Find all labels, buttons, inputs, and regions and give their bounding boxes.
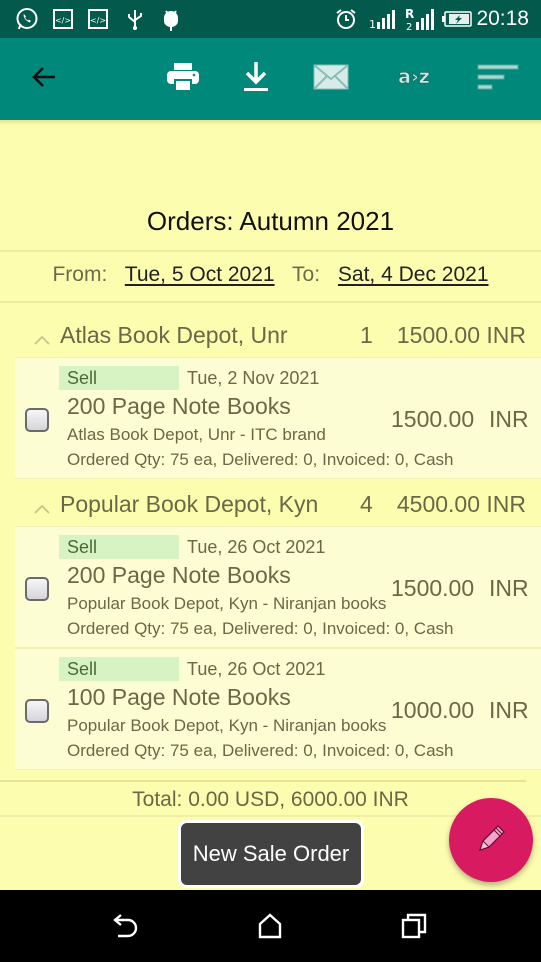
svg-text:</>: </> (90, 16, 106, 25)
sort-button[interactable] (476, 59, 520, 99)
battery-charging-icon (442, 7, 472, 31)
sort-lines-icon (477, 63, 519, 96)
nav-home-button[interactable] (254, 912, 286, 944)
code-icon: </> (52, 7, 74, 31)
code-icon: </> (87, 7, 109, 31)
sort-az-icon: a›z (394, 65, 434, 94)
divider (0, 250, 541, 252)
nav-back-button[interactable] (110, 912, 142, 944)
svg-text:R: R (405, 7, 414, 21)
home-icon (258, 912, 282, 944)
app-bar: a›z (0, 38, 541, 120)
customer-name: Popular Book Depot, Kyn - Niranjan books (67, 716, 387, 735)
chevron-up-icon (34, 324, 50, 345)
order-currency: INR (489, 406, 529, 432)
date-range: From: Tue, 5 Oct 2021 To: Sat, 4 Dec 202… (0, 263, 541, 287)
usb-icon (125, 7, 145, 31)
mail-icon (313, 63, 349, 95)
customer-name: Atlas Book Depot, Unr - ITC brand (67, 425, 326, 444)
order-details: Ordered Qty: 75 ea, Delivered: 0, Invoic… (67, 619, 454, 638)
status-bar: </> </> 1 R2 20:18 (0, 0, 541, 38)
back-arrow-icon (31, 66, 57, 93)
to-date-link[interactable]: Sat, 4 Dec 2021 (338, 263, 489, 286)
order-item[interactable]: Sell Tue, 26 Oct 2021 200 Page Note Book… (15, 526, 541, 648)
svg-text:2: 2 (406, 22, 412, 31)
order-date: Tue, 26 Oct 2021 (187, 537, 326, 557)
divider (0, 780, 526, 782)
grand-total: Total: 0.00 USD, 6000.00 INR (132, 788, 409, 811)
order-type-badge: Sell (59, 657, 179, 681)
group-count: 4 (360, 491, 373, 517)
page-title: Orders: Autumn 2021 (146, 206, 395, 236)
order-amount: 1500.00 (391, 575, 475, 601)
print-button[interactable] (163, 59, 203, 99)
divider (0, 301, 541, 303)
email-button[interactable] (310, 59, 352, 99)
group-name: Popular Book Depot, Kyn (60, 491, 319, 517)
order-details: Ordered Qty: 75 ea, Delivered: 0, Invoic… (67, 450, 454, 469)
pencil-icon (474, 821, 508, 860)
alarm-icon (334, 7, 358, 31)
customer-name: Popular Book Depot, Kyn - Niranjan books (67, 594, 387, 613)
group-count: 1 (360, 322, 373, 348)
order-currency: INR (489, 697, 529, 723)
order-amount: 1000.00 (391, 697, 475, 723)
order-item[interactable]: Sell Tue, 2 Nov 2021 200 Page Note Books… (15, 357, 541, 479)
sort-alpha-button[interactable]: a›z (392, 59, 436, 99)
order-amount: 1500.00 (391, 406, 475, 432)
svg-text:a›z: a›z (398, 66, 430, 88)
from-label: From: (52, 263, 108, 286)
signal-sim1-icon: 1 (368, 7, 400, 31)
chevron-up-icon (34, 493, 50, 514)
group-total: 4500.00 INR (396, 491, 526, 517)
signal-roaming-sim2-icon: R2 (404, 7, 438, 31)
product-name: 200 Page Note Books (67, 562, 291, 588)
group-header[interactable]: Atlas Book Depot, Unr 1 1500.00 INR (0, 310, 541, 360)
printer-icon (166, 62, 200, 97)
download-button[interactable] (236, 59, 276, 99)
edit-fab[interactable] (449, 798, 533, 882)
download-icon (243, 61, 269, 98)
to-label: To: (292, 263, 321, 286)
order-checkbox[interactable] (25, 408, 49, 432)
order-date: Tue, 26 Oct 2021 (187, 659, 326, 679)
svg-text:1: 1 (369, 18, 376, 30)
app-bar-shadow (0, 120, 541, 125)
order-checkbox[interactable] (25, 699, 49, 723)
system-nav-bar (0, 890, 541, 962)
product-name: 200 Page Note Books (67, 393, 291, 419)
new-sale-order-button-frame: New Sale Order (178, 820, 364, 888)
recents-icon (401, 913, 427, 944)
whatsapp-icon (14, 7, 40, 31)
back-button[interactable] (24, 59, 64, 99)
svg-text:</>: </> (55, 16, 71, 25)
group-total: 1500.00 INR (396, 322, 526, 348)
back-icon (112, 913, 140, 944)
order-currency: INR (489, 575, 529, 601)
order-type-badge: Sell (59, 535, 179, 559)
new-sale-order-button[interactable]: New Sale Order (181, 823, 361, 885)
order-details: Ordered Qty: 75 ea, Delivered: 0, Invoic… (67, 741, 454, 760)
group-name: Atlas Book Depot, Unr (60, 322, 288, 348)
android-debug-icon (160, 7, 182, 31)
order-type-badge: Sell (59, 366, 179, 390)
order-checkbox[interactable] (25, 577, 49, 601)
clock: 20:18 (476, 7, 529, 30)
from-date-link[interactable]: Tue, 5 Oct 2021 (125, 263, 275, 286)
group-header[interactable]: Popular Book Depot, Kyn 4 4500.00 INR (0, 479, 541, 529)
order-date: Tue, 2 Nov 2021 (187, 368, 320, 388)
product-name: 100 Page Note Books (67, 684, 291, 710)
nav-recents-button[interactable] (398, 912, 430, 944)
order-item[interactable]: Sell Tue, 26 Oct 2021 100 Page Note Book… (15, 648, 541, 770)
